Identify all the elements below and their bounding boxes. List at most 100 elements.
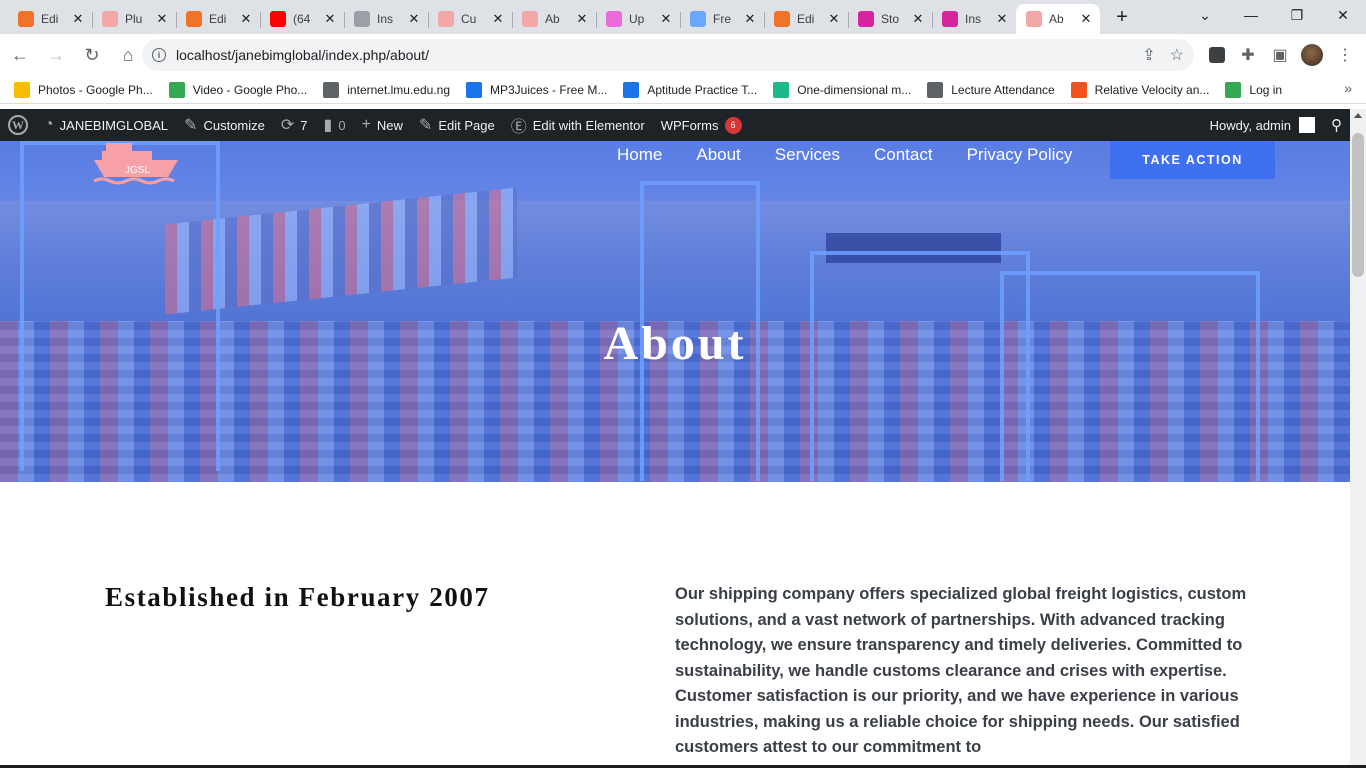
take-action-button[interactable]: TAKE ACTION (1110, 141, 1275, 179)
close-tab-icon[interactable]: ✕ (994, 11, 1010, 27)
minimize-button[interactable]: — (1228, 0, 1274, 30)
browser-tab[interactable]: Fre ✕ (680, 4, 764, 34)
wp-edit-page-label: Edit Page (438, 117, 495, 133)
tab-title: Plu (125, 12, 143, 26)
bookmark-label: MP3Juices - Free M... (490, 82, 608, 97)
close-tab-icon[interactable]: ✕ (154, 11, 170, 27)
tab-search-icon[interactable]: ⌄ (1182, 0, 1228, 30)
nav-link-contact[interactable]: Contact (874, 145, 933, 165)
wp-updates[interactable]: ⟳ 7 (273, 109, 316, 141)
pencil-icon: ✎ (418, 117, 433, 134)
wp-comments[interactable]: ▮ 0 (316, 109, 354, 141)
wp-new[interactable]: + New (354, 109, 411, 141)
address-bar[interactable]: i localhost/janebimglobal/index.php/abou… (142, 39, 1194, 71)
scrollbar-thumb[interactable] (1352, 133, 1364, 277)
bookmark-item[interactable]: Lecture Attendance (927, 81, 1055, 98)
wp-admin-bar: W ◔ JANEBIMGLOBAL ✎ Customize ⟳ 7 ▮ 0 + New ✎… (0, 109, 1350, 141)
bookmark-star-icon[interactable]: ☆ (1170, 45, 1184, 65)
home-icon[interactable]: ⌂ (112, 39, 144, 71)
bookmark-item[interactable]: Aptitude Practice T... (623, 81, 758, 98)
google-photos-icon (168, 81, 185, 98)
elementor-icon: Ⓔ (510, 119, 527, 136)
browser-tab[interactable]: Ins ✕ (344, 4, 428, 34)
side-panel-icon[interactable]: ▣ (1268, 43, 1292, 67)
nav-link-privacy-policy[interactable]: Privacy Policy (967, 145, 1073, 165)
wp-logo-icon[interactable]: W (0, 109, 36, 141)
more-bookmarks-icon[interactable]: » (1344, 80, 1352, 96)
close-tab-icon[interactable]: ✕ (490, 11, 506, 27)
browser-tab[interactable]: Plu ✕ (92, 4, 176, 34)
nav-link-services[interactable]: Services (775, 145, 840, 165)
tab-title: Edi (41, 12, 59, 26)
tab-title: Ins (965, 12, 982, 26)
close-tab-icon[interactable]: ✕ (826, 11, 842, 27)
hero-crane (1000, 271, 1260, 481)
tab-title: Fre (713, 12, 731, 26)
share-icon[interactable]: ⇪ (1142, 45, 1155, 65)
browser-tab[interactable]: Ab ✕ (512, 4, 596, 34)
nav-link-home[interactable]: Home (617, 145, 662, 165)
youtube-icon (270, 11, 286, 27)
browser-tab[interactable]: Sto ✕ (848, 4, 932, 34)
close-tab-icon[interactable]: ✕ (742, 11, 758, 27)
extensions-puzzle-icon[interactable]: ✚ (1236, 43, 1260, 67)
g-icon (623, 81, 640, 98)
profile-avatar[interactable] (1300, 43, 1324, 67)
page-scrollbar[interactable] (1350, 109, 1366, 768)
wp-search-icon[interactable]: ⚲ (1323, 109, 1350, 141)
browser-tab[interactable]: Edi ✕ (8, 4, 92, 34)
close-tab-icon[interactable]: ✕ (1078, 11, 1094, 27)
bookmark-label: Log in (1249, 82, 1283, 97)
close-tab-icon[interactable]: ✕ (322, 11, 338, 27)
wp-edit-page[interactable]: ✎ Edit Page (411, 109, 503, 141)
site-logo[interactable]: JGSL (92, 141, 180, 185)
close-tab-icon[interactable]: ✕ (658, 11, 674, 27)
back-icon[interactable]: ← (4, 39, 36, 71)
close-window-button[interactable]: ✕ (1320, 0, 1366, 30)
logo-text: JGSL (125, 165, 150, 176)
close-tab-icon[interactable]: ✕ (574, 11, 590, 27)
bookmark-item[interactable]: Log in (1225, 81, 1283, 98)
browser-tab[interactable]: Ins ✕ (932, 4, 1016, 34)
reload-icon[interactable]: ↻ (76, 39, 108, 71)
wp-edit-elementor[interactable]: Ⓔ Edit with Elementor (503, 109, 653, 141)
close-tab-icon[interactable]: ✕ (70, 11, 86, 27)
close-tab-icon[interactable]: ✕ (238, 11, 254, 27)
wp-customize[interactable]: ✎ Customize (176, 109, 273, 141)
browser-tab[interactable]: Edi ✕ (176, 4, 260, 34)
new-tab-button[interactable]: + (1108, 3, 1136, 31)
bookmark-item[interactable]: Video - Google Pho... (168, 81, 307, 98)
bookmark-item[interactable]: One-dimensional m... (773, 81, 911, 98)
browser-tab[interactable]: (64 ✕ (260, 4, 344, 34)
bookmark-item[interactable]: Relative Velocity an... (1070, 81, 1209, 98)
browser-tab[interactable]: Edi ✕ (764, 4, 848, 34)
close-tab-icon[interactable]: ✕ (406, 11, 422, 27)
tab-strip: Edi ✕ Plu ✕ Edi ✕ (64 ✕ Ins ✕ Cu ✕ Ab ✕ Up ✕ Fre ✕ Edi ✕ Sto… (0, 0, 1366, 34)
browser-tab[interactable]: Up ✕ (596, 4, 680, 34)
wp-account[interactable]: Howdy, admin (1202, 109, 1323, 141)
close-tab-icon[interactable]: ✕ (910, 11, 926, 27)
wpforms-badge: 6 (724, 116, 742, 134)
google-photos-icon (14, 81, 30, 98)
bookmark-item[interactable]: Photos - Google Ph... (14, 81, 153, 98)
tab-title: Ab (545, 12, 560, 26)
nav-link-about[interactable]: About (696, 145, 740, 165)
wp-comments-count: 0 (338, 117, 346, 133)
wp-site-name[interactable]: ◔ JANEBIMGLOBAL (36, 109, 176, 141)
bookmark-item[interactable]: MP3Juices - Free M... (466, 81, 608, 98)
menu-kebab-icon[interactable]: ⋮ (1333, 43, 1357, 67)
wp-wpforms[interactable]: WPForms 6 (653, 109, 750, 141)
bookmark-label: Aptitude Practice T... (647, 82, 758, 97)
browser-tab[interactable]: Ab ✕ (1016, 4, 1100, 34)
bookmark-item[interactable]: internet.lmu.edu.ng (323, 81, 450, 98)
scroll-up-icon[interactable] (1354, 113, 1362, 118)
instagram-icon (858, 11, 874, 27)
tab-title: Edi (797, 12, 815, 26)
restore-button[interactable]: ❐ (1274, 0, 1320, 30)
tab-title: Edi (209, 12, 227, 26)
extension-icon[interactable] (1205, 43, 1229, 67)
site-info-icon[interactable]: i (152, 48, 166, 62)
forward-icon[interactable]: → (40, 39, 72, 71)
url-text[interactable]: localhost/janebimglobal/index.php/about/ (176, 47, 429, 63)
browser-tab[interactable]: Cu ✕ (428, 4, 512, 34)
